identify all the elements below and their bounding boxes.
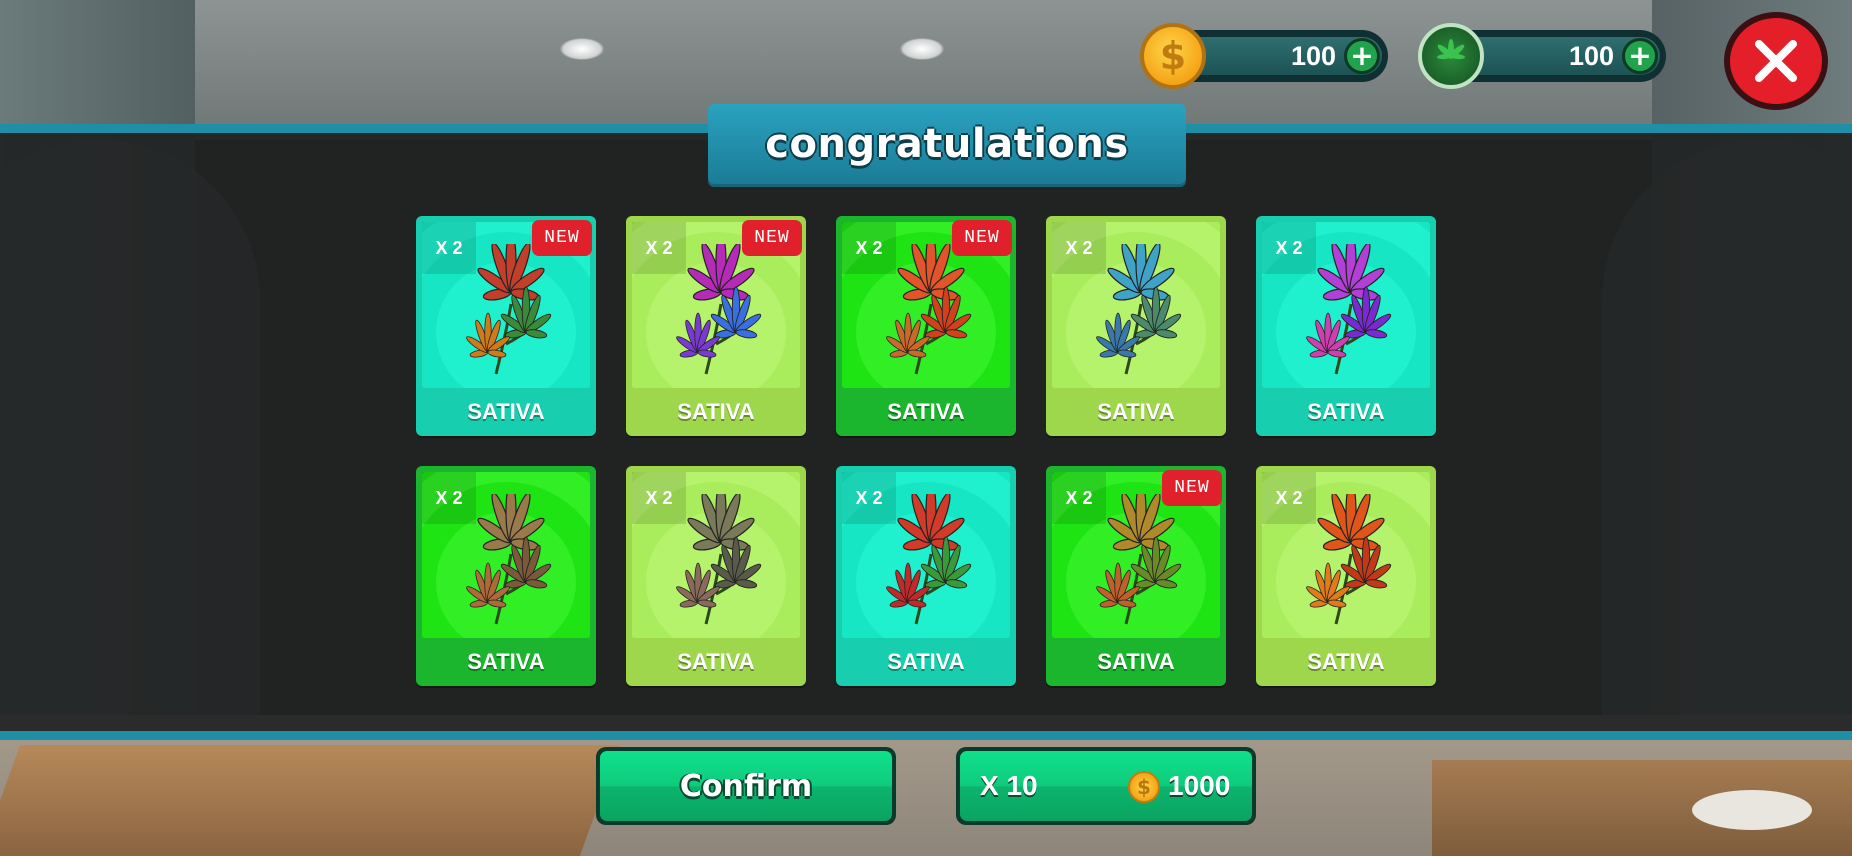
card-strain-name: SATIVA [467,399,545,424]
confirm-button[interactable]: Confirm [596,747,896,825]
dollar-coin-icon: $ [1140,23,1206,89]
reward-card[interactable]: X 2 NEW SATIVA [1046,466,1226,686]
reward-card[interactable]: X 2 NEW SATIVA [836,216,1016,436]
new-badge: NEW [1162,470,1222,506]
dollar-coin-icon: $ [1128,771,1160,803]
title-banner: congratulations [708,104,1186,184]
card-quantity: X 2 [842,472,896,524]
close-button[interactable] [1724,12,1828,110]
reward-card[interactable]: X 2 NEW SATIVA [416,216,596,436]
leaf-amount: 100 [1568,41,1614,71]
card-quantity: X 2 [422,472,476,524]
card-quantity: X 2 [1052,222,1106,274]
multi-open-cost: 1000 [1168,770,1231,801]
card-quantity: X 2 [1052,472,1106,524]
card-strain-name: SATIVA [1097,399,1175,424]
card-quantity: X 2 [632,472,686,524]
reward-card[interactable]: X 2 SATIVA [626,466,806,686]
new-badge: NEW [532,220,592,256]
new-badge: NEW [952,220,1012,256]
multi-open-label: X 10 [980,770,1038,801]
card-quantity: X 2 [422,222,476,274]
coin-balance: $ 100 + [1140,23,1388,89]
card-strain-name: SATIVA [1307,399,1385,424]
card-quantity: X 2 [1262,222,1316,274]
reward-card[interactable]: X 2 NEW SATIVA [626,216,806,436]
reward-card[interactable]: X 2 SATIVA [1256,216,1436,436]
add-coins-button[interactable]: + [1344,38,1380,74]
open-x10-button[interactable]: X 10 $ 1000 [956,747,1256,825]
plus-icon: + [1628,39,1652,72]
reward-card[interactable]: X 2 SATIVA [836,466,1016,686]
cannabis-leaf-icon [1418,23,1484,89]
leaf-balance: 100 + [1418,23,1666,89]
new-badge: NEW [742,220,802,256]
reward-card[interactable]: X 2 SATIVA [1046,216,1226,436]
card-strain-name: SATIVA [1307,649,1385,674]
card-strain-name: SATIVA [887,399,965,424]
add-leaves-button[interactable]: + [1622,38,1658,74]
card-strain-name: SATIVA [1097,649,1175,674]
confirm-label: Confirm [679,768,813,804]
card-strain-name: SATIVA [677,649,755,674]
reward-card[interactable]: X 2 SATIVA [416,466,596,686]
reward-card[interactable]: X 2 SATIVA [1256,466,1436,686]
page-title: congratulations [765,121,1129,167]
card-strain-name: SATIVA [887,649,965,674]
coin-amount: 100 [1290,41,1336,71]
close-icon [1755,40,1797,82]
card-quantity: X 2 [632,222,686,274]
card-strain-name: SATIVA [467,649,545,674]
card-strain-name: SATIVA [677,399,755,424]
plus-icon: + [1350,39,1374,72]
card-quantity: X 2 [842,222,896,274]
card-quantity: X 2 [1262,472,1316,524]
